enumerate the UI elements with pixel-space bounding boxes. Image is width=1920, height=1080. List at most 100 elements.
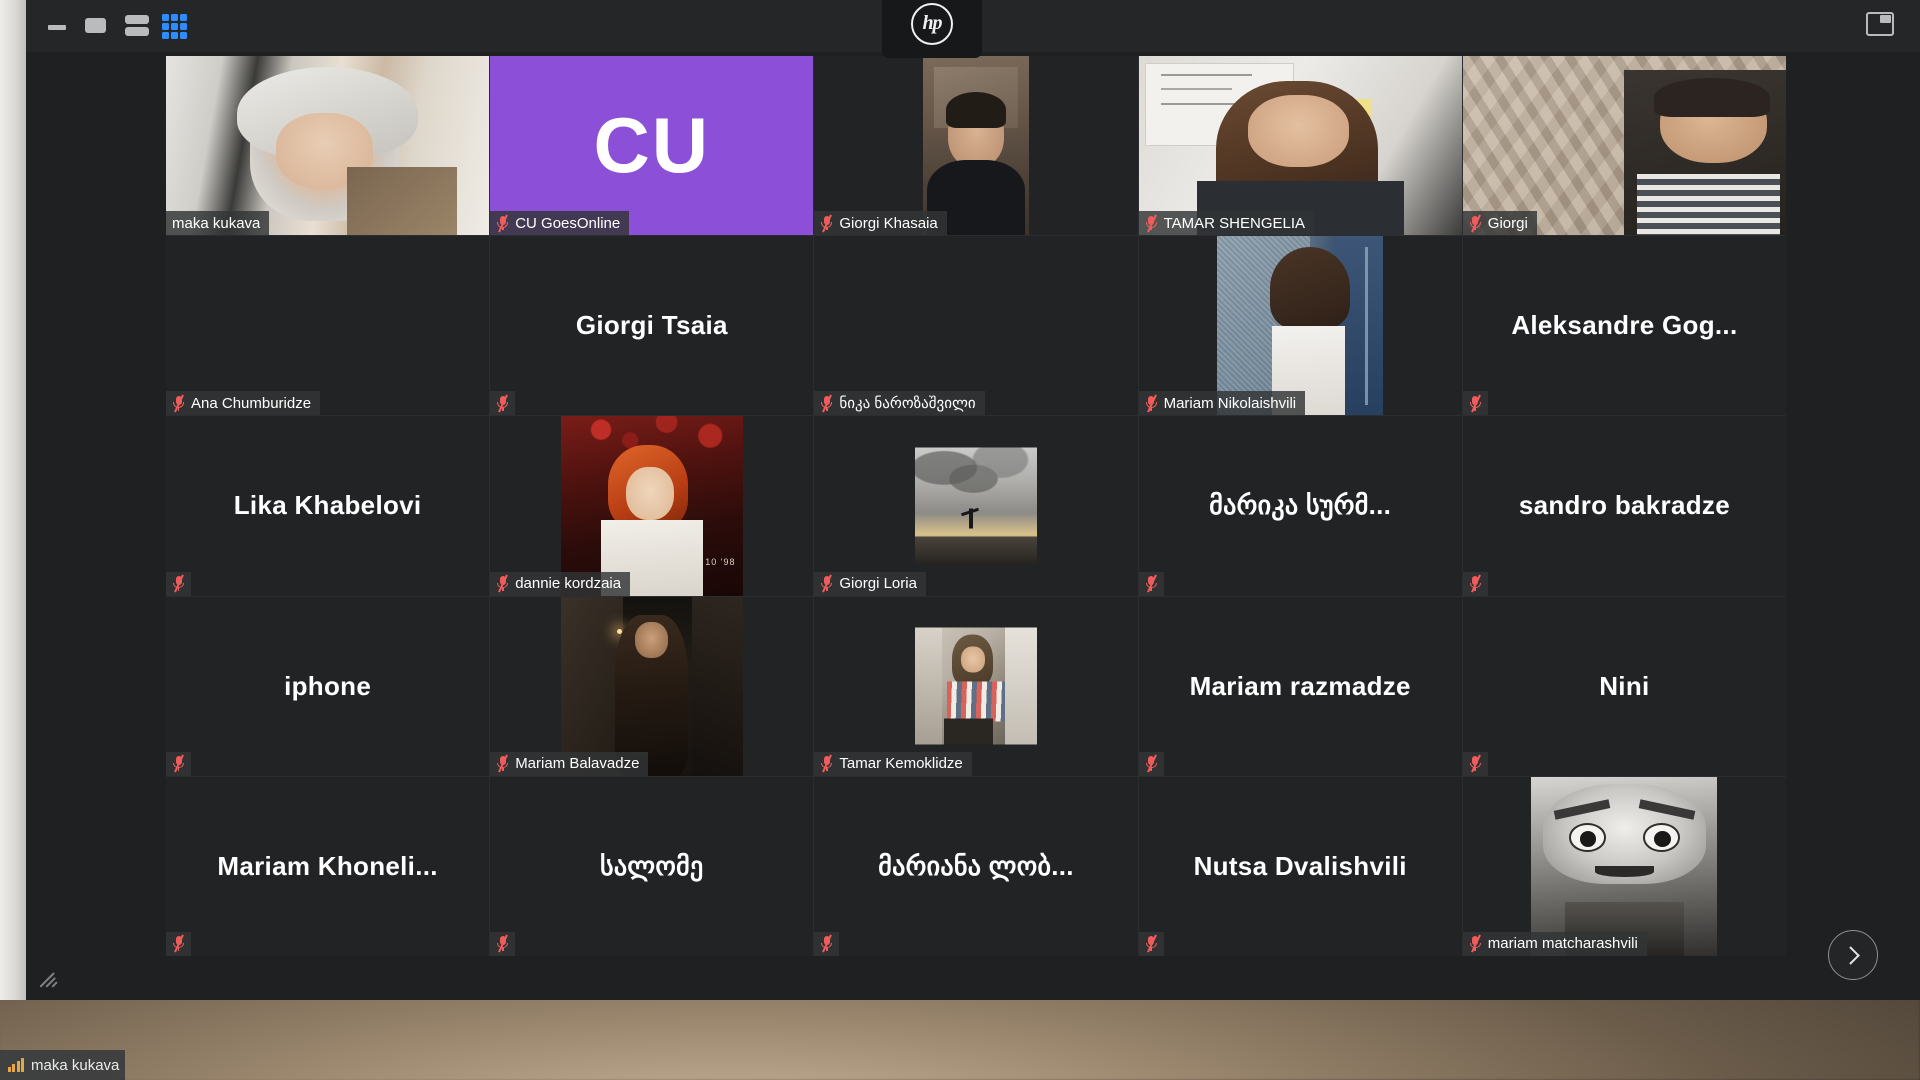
mute-icon: [1145, 754, 1158, 773]
participant-name-center: Nutsa Dvalishvili: [1193, 850, 1407, 881]
participant-tile[interactable]: iphone: [166, 596, 490, 776]
participant-tile[interactable]: Ana Chumburidze: [166, 236, 490, 416]
mute-icon: [1469, 214, 1482, 233]
participant-video: [1462, 56, 1786, 236]
participant-name-center: Nini: [1599, 670, 1650, 701]
participant-status-bar: Ana Chumburidze: [166, 391, 321, 416]
participant-tile[interactable]: Aleksandre Gog...: [1462, 236, 1786, 416]
participant-tile[interactable]: Giorgi: [1462, 56, 1786, 236]
zoom-meeting-window: maka kukava CU CU GoesOnline Giorgi Khas…: [26, 0, 1920, 1000]
participant-tile[interactable]: Mariam razmadze: [1138, 596, 1462, 776]
participant-video: [1463, 776, 1786, 956]
mute-icon: [1145, 934, 1158, 954]
participant-status-bar: Giorgi Khasaia: [814, 211, 947, 236]
mute-icon: [820, 394, 833, 413]
mute-icon: [496, 574, 509, 593]
desktop-left-edge: [0, 0, 26, 1000]
mute-icon: [496, 754, 509, 773]
participant-video: [1139, 236, 1462, 416]
participant-status-bar: Tamar Kemoklidze: [814, 751, 972, 776]
participant-tile[interactable]: TAMAR SHENGELIA: [1138, 56, 1462, 236]
mute-icon: [1145, 574, 1158, 593]
mute-icon: [172, 754, 185, 773]
participant-tile[interactable]: Nutsa Dvalishvili: [1138, 776, 1462, 956]
participant-name-label: dannie kordzaia: [515, 575, 622, 593]
participant-status-bar: CU GoesOnline: [490, 211, 630, 236]
participant-tile[interactable]: სალომე: [490, 776, 814, 956]
signal-bars-icon: [8, 1058, 24, 1072]
participant-status-bar: Giorgi: [1462, 211, 1537, 236]
participant-tile[interactable]: მარიკა სურმ...: [1138, 416, 1462, 596]
participant-name-label: ნიკა ნაროზაშვილი: [839, 395, 976, 413]
maximize-icon[interactable]: [84, 14, 108, 36]
participant-status-bar: [166, 751, 191, 776]
participant-name-center: მარიანა ლობ...: [878, 850, 1074, 881]
mute-icon: [172, 934, 185, 954]
participant-name-label: Tamar Kemoklidze: [839, 755, 963, 773]
mute-icon: [820, 934, 833, 954]
participant-tile[interactable]: mariam matcharashvili: [1462, 776, 1786, 956]
resize-grip[interactable]: [39, 968, 62, 990]
window-mode-icon[interactable]: [1866, 12, 1894, 36]
participant-name-center: Mariam Khoneli...: [217, 850, 438, 881]
participant-status-bar: Giorgi Loria: [814, 571, 926, 596]
participant-video: [1138, 56, 1462, 236]
participant-status-bar: [1462, 391, 1488, 416]
participant-tile[interactable]: CU CU GoesOnline: [490, 56, 814, 236]
participant-tile[interactable]: Tamar Kemoklidze: [814, 596, 1138, 776]
participant-video: [490, 596, 813, 776]
participant-status-bar: maka kukava: [166, 211, 270, 236]
participant-status-bar: [490, 391, 516, 416]
participant-name-center: iphone: [284, 670, 372, 701]
participant-tile[interactable]: Lika Khabelovi: [166, 416, 490, 596]
participant-video: 10 '98: [490, 416, 813, 596]
os-status-bar-label: maka kukava: [31, 1056, 120, 1074]
participant-name-center: Giorgi Tsaia: [575, 310, 728, 341]
participant-name-center: Aleksandre Gog...: [1511, 310, 1738, 341]
participant-name-center: მარიკა სურმ...: [1209, 490, 1392, 521]
mute-icon: [820, 214, 833, 233]
mute-icon: [820, 574, 833, 593]
participant-name-center: Lika Khabelovi: [233, 490, 422, 521]
next-page-button[interactable]: [1828, 930, 1878, 980]
participant-status-bar: [1138, 751, 1164, 776]
chevron-right-icon: [1840, 945, 1860, 965]
participant-status-bar: [166, 571, 191, 596]
minimize-icon[interactable]: [46, 14, 68, 36]
participant-name-label: Giorgi: [1487, 214, 1528, 232]
participant-status-bar: Mariam Nikolaishvili: [1138, 391, 1306, 416]
participant-name-label: maka kukava: [172, 214, 261, 232]
mute-icon: [496, 934, 509, 954]
participant-tile[interactable]: sandro bakradze: [1462, 416, 1786, 596]
participant-status-bar: [1462, 571, 1488, 596]
participant-avatar-initials: CU: [490, 56, 814, 236]
hp-logo: hp: [911, 3, 953, 45]
participant-status-bar: [1138, 571, 1164, 596]
participant-tile[interactable]: Nini: [1462, 596, 1786, 776]
mute-icon: [1469, 394, 1482, 413]
participant-status-bar: ნიკა ნაროზაშვილი: [814, 391, 985, 416]
participant-tile[interactable]: Mariam Nikolaishvili: [1138, 236, 1462, 416]
participant-tile[interactable]: maka kukava: [166, 56, 490, 236]
speaker-view-icon[interactable]: [124, 14, 150, 38]
participant-name-label: Giorgi Loria: [839, 575, 917, 593]
participant-tile[interactable]: Giorgi Loria: [814, 416, 1138, 596]
os-status-bar: maka kukava: [0, 1050, 125, 1080]
mute-icon: [1469, 754, 1482, 773]
participant-tile[interactable]: ნიკა ნაროზაშვილი: [814, 236, 1138, 416]
participant-status-bar: [1138, 931, 1164, 956]
participant-status-bar: [814, 931, 840, 956]
mute-icon: [496, 214, 509, 233]
participant-tile[interactable]: Giorgi Khasaia: [814, 56, 1138, 236]
mute-icon: [1145, 214, 1158, 233]
participant-status-bar: TAMAR SHENGELIA: [1138, 211, 1315, 236]
participant-tile[interactable]: 10 '98 dannie kordzaia: [490, 416, 814, 596]
participant-tile[interactable]: Giorgi Tsaia: [490, 236, 814, 416]
participant-tile[interactable]: მარიანა ლობ...: [814, 776, 1138, 956]
mute-icon: [820, 754, 833, 773]
participant-tile[interactable]: Mariam Balavadze: [490, 596, 814, 776]
participant-name-center: სალომე: [600, 850, 704, 881]
participant-status-bar: [166, 931, 191, 956]
participant-tile[interactable]: Mariam Khoneli...: [166, 776, 490, 956]
gallery-view-icon[interactable]: [162, 14, 192, 40]
